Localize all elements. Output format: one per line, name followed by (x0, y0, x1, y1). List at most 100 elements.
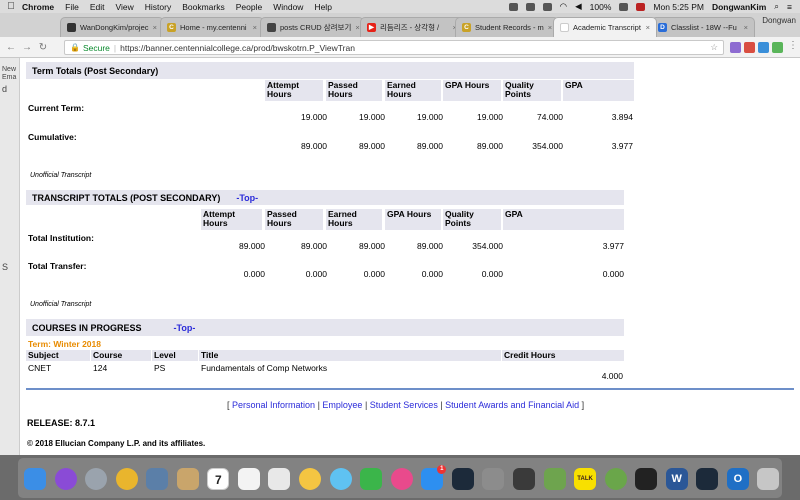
value-cell: 89.000 (417, 141, 443, 151)
course-title: Fundamentals of Comp Networks (201, 363, 328, 373)
menu-history[interactable]: History (145, 2, 171, 12)
value-cell: 0.000 (481, 269, 503, 279)
clock[interactable]: Mon 5:25 PM (653, 2, 704, 12)
menu-window[interactable]: Window (273, 2, 303, 12)
forward-arrow-icon[interactable]: → (19, 42, 35, 53)
tab-youtube[interactable]: ▶ 리듬리즈 - 상각형 / × (360, 17, 464, 37)
extension-icon[interactable] (730, 42, 741, 53)
siri-icon[interactable] (54, 468, 77, 490)
section-title: COURSES IN PROGRESS (32, 322, 142, 333)
tab-classlist[interactable]: D Classlist - 18W --Fu × (651, 17, 755, 37)
menu-kebab-icon[interactable]: ⋮ (785, 40, 800, 51)
separator: | (113, 42, 117, 53)
terminal-icon[interactable] (635, 468, 658, 490)
value-cell: 0.000 (602, 269, 624, 279)
wifi-icon[interactable]: ◠ (560, 1, 567, 12)
battery-icon[interactable] (619, 2, 629, 11)
photos-icon[interactable] (299, 468, 322, 490)
tab-posts[interactable]: posts CRUD 삼려보기 × (260, 17, 364, 37)
stoplight-icon[interactable] (604, 468, 627, 490)
messages-icon[interactable] (329, 468, 352, 490)
tab-home[interactable]: C Home - my.centenni × (160, 17, 264, 37)
search-icon[interactable]: ⌕ (774, 1, 779, 12)
chrome-icon[interactable] (115, 468, 138, 490)
volume-icon[interactable]: ◀ (575, 1, 582, 12)
col-header: Attempt Hours (201, 209, 262, 230)
close-icon[interactable]: × (351, 23, 359, 32)
link-employee[interactable]: Employee (322, 400, 362, 410)
preview-icon[interactable] (146, 468, 169, 490)
launchpad-icon[interactable] (85, 468, 108, 490)
col-header: Earned Hours (385, 80, 441, 101)
list-icon[interactable]: ≡ (787, 2, 792, 12)
value-cell: 19.000 (301, 112, 327, 122)
user-name[interactable]: DongwanKim (712, 2, 766, 12)
tab-github[interactable]: WanDongKim/projec × (60, 17, 164, 37)
footer-links: [ Personal Information | Employee | Stud… (227, 400, 585, 410)
link-personal-information[interactable]: Personal Information (232, 400, 315, 410)
league2-icon[interactable] (696, 468, 719, 490)
dropbox-icon[interactable] (508, 2, 518, 11)
apple-icon[interactable]:  (0, 1, 22, 12)
textedit-icon[interactable] (268, 468, 291, 490)
stickies-icon[interactable] (237, 468, 260, 490)
trash-icon[interactable] (757, 468, 780, 490)
sublime-icon[interactable] (512, 468, 535, 490)
tab-student-records[interactable]: C Student Records - m × (455, 17, 559, 37)
menu-file[interactable]: File (65, 2, 79, 12)
menu-view[interactable]: View (115, 2, 133, 12)
extension-icon[interactable] (772, 42, 783, 53)
extension-icon[interactable] (758, 42, 769, 53)
android-icon[interactable] (543, 468, 566, 490)
tab-strip: WanDongKim/projec × C Home - my.centenni… (0, 13, 800, 37)
tab-academic-transcript[interactable]: Academic Transcript × (553, 17, 657, 37)
top-link[interactable]: -Top- (174, 323, 196, 333)
back-arrow-icon[interactable]: ← (3, 42, 19, 53)
link-student-services[interactable]: Student Services (370, 400, 438, 410)
menu-bookmarks[interactable]: Bookmarks (182, 2, 225, 12)
close-icon[interactable]: × (149, 23, 157, 32)
finder-icon[interactable] (24, 468, 46, 490)
col-header: Course (91, 350, 151, 361)
menu-help[interactable]: Help (314, 2, 331, 12)
notes-icon[interactable] (176, 468, 199, 490)
reload-icon[interactable]: ↻ (35, 42, 51, 53)
close-icon[interactable]: × (642, 23, 650, 32)
facetime-icon[interactable] (360, 468, 383, 490)
url-text[interactable]: https://banner.centennialcollege.ca/prod… (120, 43, 355, 53)
flag-icon[interactable] (636, 2, 646, 11)
appstore-icon[interactable]: 1 (421, 465, 447, 490)
col-header: Attempt Hours (265, 80, 323, 101)
word-icon[interactable]: W (665, 468, 688, 490)
value-cell: 89.000 (359, 141, 385, 151)
top-link[interactable]: -Top- (236, 193, 258, 203)
tab-label: Classlist - 18W --Fu (671, 23, 737, 32)
value-cell: 89.000 (359, 241, 385, 251)
league-icon[interactable] (451, 468, 474, 490)
divider (26, 388, 794, 390)
address-bar[interactable]: 🔒 Secure | https://banner.centennialcoll… (64, 40, 724, 55)
close-icon[interactable]: × (249, 23, 257, 32)
tab-label: Academic Transcript (573, 23, 641, 32)
profile-name[interactable]: Dongwan (762, 16, 796, 25)
page-content: Term Totals (Post Secondary) Attempt Hou… (20, 58, 800, 455)
unofficial-note: Unofficial Transcript (30, 301, 92, 308)
bookmark-star-icon[interactable]: ☆ (710, 42, 718, 53)
close-icon[interactable]: × (740, 23, 748, 32)
close-icon[interactable]: × (544, 23, 552, 32)
menu-app[interactable]: Chrome (22, 2, 54, 12)
tab-label: posts CRUD 삼려보기 (280, 23, 352, 32)
outlook-icon[interactable]: O (726, 468, 749, 490)
battery-percent[interactable]: 100% (590, 2, 612, 12)
menu-edit[interactable]: Edit (90, 2, 105, 12)
link-student-awards[interactable]: Student Awards and Financial Aid (445, 400, 579, 410)
sysprefs-icon[interactable] (482, 468, 505, 490)
calendar-icon[interactable]: 7 (207, 468, 230, 490)
bluetooth-icon[interactable] (542, 2, 552, 11)
app-tray-icon[interactable] (525, 2, 535, 11)
value-cell: 0.000 (421, 269, 443, 279)
itunes-icon[interactable] (390, 468, 413, 490)
menu-people[interactable]: People (236, 2, 262, 12)
extension-icon[interactable] (744, 42, 755, 53)
kakaotalk-icon[interactable]: TALK (574, 468, 597, 490)
